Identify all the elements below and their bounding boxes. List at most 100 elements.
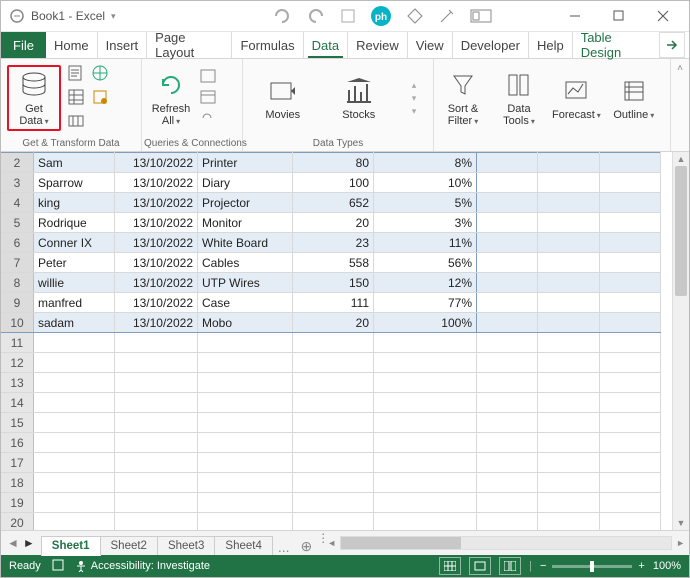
cell[interactable]	[599, 473, 660, 493]
from-table-icon[interactable]	[67, 88, 85, 108]
cell[interactable]	[374, 513, 477, 531]
cell[interactable]: Rodrique	[34, 213, 115, 233]
cell[interactable]: 13/10/2022	[115, 313, 198, 333]
cell[interactable]	[115, 493, 198, 513]
qat-save-icon[interactable]	[340, 8, 356, 24]
cell[interactable]: 5%	[374, 193, 477, 213]
cell[interactable]: Cables	[198, 253, 293, 273]
cell[interactable]	[599, 273, 660, 293]
zoom-level[interactable]: 100%	[653, 560, 681, 572]
cell[interactable]	[599, 193, 660, 213]
row-header[interactable]: 20	[1, 513, 34, 531]
cell[interactable]	[293, 393, 374, 413]
cell[interactable]	[477, 353, 538, 373]
cell[interactable]	[538, 433, 599, 453]
horizontal-scrollbar[interactable]: ◄ ►	[323, 531, 689, 555]
cell[interactable]	[198, 473, 293, 493]
vertical-scrollbar[interactable]: ▲ ▼	[672, 152, 689, 530]
cell[interactable]: king	[34, 193, 115, 213]
cell[interactable]: Monitor	[198, 213, 293, 233]
sheet-nav-next[interactable]: ►	[23, 536, 35, 550]
cell[interactable]: 652	[293, 193, 374, 213]
tab-insert[interactable]: Insert	[97, 32, 147, 58]
zoom-slider[interactable]	[552, 565, 632, 568]
cell[interactable]	[477, 233, 538, 253]
row-header[interactable]: 9	[1, 293, 34, 313]
cell[interactable]	[477, 273, 538, 293]
row-header[interactable]: 14	[1, 393, 34, 413]
cell[interactable]	[599, 313, 660, 333]
normal-view-button[interactable]	[439, 557, 461, 575]
qat-wand-icon[interactable]	[438, 7, 456, 25]
cell[interactable]	[538, 353, 599, 373]
table-row[interactable]: 10 sadam 13/10/2022 Mobo 20 100%	[1, 313, 661, 333]
cell[interactable]	[538, 473, 599, 493]
cell[interactable]	[599, 353, 660, 373]
cell[interactable]	[599, 253, 660, 273]
cell[interactable]	[477, 153, 538, 173]
cell[interactable]	[599, 513, 660, 531]
cell[interactable]	[293, 513, 374, 531]
table-row[interactable]: 18	[1, 473, 661, 493]
scrollbar-thumb[interactable]	[675, 166, 687, 296]
table-row[interactable]: 17	[1, 453, 661, 473]
cell[interactable]	[34, 353, 115, 373]
cell[interactable]	[538, 313, 599, 333]
cell[interactable]	[293, 353, 374, 373]
refresh-all-button[interactable]: Refresh All▾	[148, 69, 194, 127]
cell[interactable]: Conner IX	[34, 233, 115, 253]
cell[interactable]	[293, 333, 374, 353]
sheet-tab-3[interactable]: Sheet3	[157, 536, 215, 555]
cell[interactable]	[599, 213, 660, 233]
sheet-tab-2[interactable]: Sheet2	[100, 536, 158, 555]
cell[interactable]	[538, 513, 599, 531]
cell[interactable]	[115, 353, 198, 373]
row-header[interactable]: 4	[1, 193, 34, 213]
cell[interactable]	[34, 433, 115, 453]
table-row[interactable]: 19	[1, 493, 661, 513]
from-web-icon[interactable]	[91, 64, 109, 84]
cell[interactable]: sadam	[34, 313, 115, 333]
cell[interactable]	[477, 213, 538, 233]
page-break-view-button[interactable]	[499, 557, 521, 575]
cell[interactable]	[538, 453, 599, 473]
cell[interactable]: Sam	[34, 153, 115, 173]
cell[interactable]	[198, 513, 293, 531]
cell[interactable]	[115, 333, 198, 353]
from-text-icon[interactable]	[67, 64, 85, 84]
table-row[interactable]: 7 Peter 13/10/2022 Cables 558 56%	[1, 253, 661, 273]
cell[interactable]	[599, 233, 660, 253]
cell[interactable]	[198, 453, 293, 473]
accessibility-status[interactable]: Accessibility: Investigate	[75, 560, 210, 572]
cell[interactable]	[293, 493, 374, 513]
cell[interactable]	[599, 333, 660, 353]
table-row[interactable]: 6 Conner IX 13/10/2022 White Board 23 11…	[1, 233, 661, 253]
cell[interactable]	[538, 373, 599, 393]
cell[interactable]: Case	[198, 293, 293, 313]
cell[interactable]	[599, 373, 660, 393]
tab-file[interactable]: File	[1, 32, 46, 58]
cell[interactable]	[374, 433, 477, 453]
hscroll-thumb[interactable]	[341, 537, 461, 549]
cell[interactable]	[477, 433, 538, 453]
cell[interactable]: 111	[293, 293, 374, 313]
cell[interactable]: 13/10/2022	[115, 193, 198, 213]
row-header[interactable]: 8	[1, 273, 34, 293]
cell[interactable]	[34, 473, 115, 493]
cell[interactable]	[538, 493, 599, 513]
cell[interactable]	[198, 493, 293, 513]
cell[interactable]	[599, 493, 660, 513]
tab-review[interactable]: Review	[347, 32, 407, 58]
row-header[interactable]: 16	[1, 433, 34, 453]
table-row[interactable]: 2 Sam 13/10/2022 Printer 80 8%	[1, 153, 661, 173]
cell[interactable]	[477, 453, 538, 473]
cell[interactable]	[115, 413, 198, 433]
cell[interactable]	[477, 293, 538, 313]
cell[interactable]: Printer	[198, 153, 293, 173]
sheet-tab-1[interactable]: Sheet1	[41, 536, 101, 556]
table-row[interactable]: 3 Sparrow 13/10/2022 Diary 100 10%	[1, 173, 661, 193]
cell[interactable]	[374, 453, 477, 473]
cell[interactable]	[115, 513, 198, 531]
cell[interactable]	[374, 473, 477, 493]
row-header[interactable]: 5	[1, 213, 34, 233]
